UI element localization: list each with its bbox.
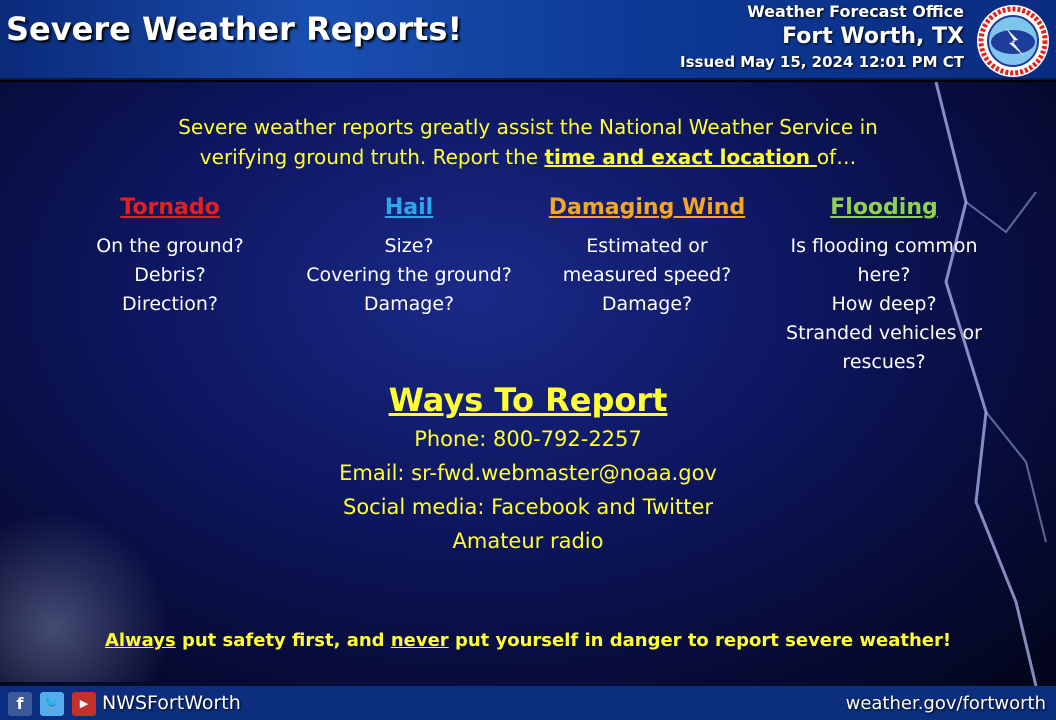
category-hail: Hail Size? Covering the ground? Damage?	[289, 194, 529, 319]
nws-logo-icon	[977, 5, 1049, 77]
category-title: Flooding	[830, 195, 938, 220]
category-question: rescues?	[842, 351, 926, 373]
category-question: How deep?	[831, 293, 937, 315]
category-question: measured speed?	[562, 264, 732, 286]
twitter-icon[interactable]: 🐦	[40, 692, 64, 716]
safety-never: never	[390, 630, 449, 651]
category-question: Damage?	[363, 293, 455, 315]
category-flooding: Flooding Is flooding common here? How deep?…	[764, 194, 1004, 377]
issued-time: Issued May 15, 2024 12:01 PM CT	[680, 53, 964, 71]
footer: f 🐦 ▶ NWSFortWorth weather.gov/fortworth	[0, 686, 1056, 720]
office-label: Weather Forecast Office	[747, 2, 964, 21]
intro-text: Severe weather reports greatly assist th…	[0, 112, 1056, 172]
category-question: Stranded vehicles or	[786, 322, 982, 344]
intro-line-2: verifying ground truth. Report the time …	[0, 142, 1056, 172]
safety-text-1: put safety first, and	[175, 630, 391, 651]
intro-pre: verifying ground truth. Report the	[199, 145, 545, 169]
safety-always: Always	[104, 630, 176, 651]
office-city: Fort Worth, TX	[782, 24, 964, 49]
category-damaging-wind: Damaging Wind Estimated or measured speed?…	[527, 194, 767, 319]
category-question: Debris?	[134, 264, 206, 286]
social-handle[interactable]: NWSFortWorth	[102, 692, 241, 714]
category-title: Damaging Wind	[548, 195, 746, 220]
email-line: Email: sr-fwd.webmaster@noaa.gov	[339, 461, 717, 485]
main-content: Severe weather reports greatly assist th…	[0, 82, 1056, 686]
radio-line: Amateur radio	[452, 529, 604, 553]
ways-title: Ways To Report	[388, 381, 668, 419]
category-question: here?	[857, 264, 911, 286]
category-question: Size?	[384, 235, 434, 257]
category-question: Covering the ground?	[306, 264, 512, 286]
safety-text-2: put yourself in danger to report severe …	[448, 630, 952, 651]
phone-line: Phone: 800-792-2257	[414, 427, 642, 451]
category-question: Is flooding common	[790, 235, 978, 257]
category-question: On the ground?	[96, 235, 244, 257]
category-title: Hail	[384, 195, 434, 220]
category-question: Damage?	[601, 293, 693, 315]
category-question: Estimated or	[586, 235, 708, 257]
youtube-icon[interactable]: ▶	[72, 692, 96, 716]
website-link[interactable]: weather.gov/fortworth	[846, 693, 1046, 714]
safety-message: Always put safety first, and never put y…	[0, 630, 1056, 651]
header: Severe Weather Reports! Weather Forecast…	[0, 0, 1056, 80]
page-title: Severe Weather Reports!	[6, 10, 463, 48]
social-line: Social media: Facebook and Twitter	[342, 495, 713, 519]
facebook-icon[interactable]: f	[8, 692, 32, 716]
ways-to-report: Ways To Report Phone: 800-792-2257 Email…	[0, 378, 1056, 558]
category-tornado: Tornado On the ground? Debris? Direction?	[50, 194, 290, 319]
category-question: Direction?	[122, 293, 218, 315]
intro-post: of…	[816, 145, 857, 169]
category-title: Tornado	[120, 195, 220, 220]
intro-line-1: Severe weather reports greatly assist th…	[178, 115, 878, 139]
intro-emphasis: time and exact location	[544, 145, 817, 169]
